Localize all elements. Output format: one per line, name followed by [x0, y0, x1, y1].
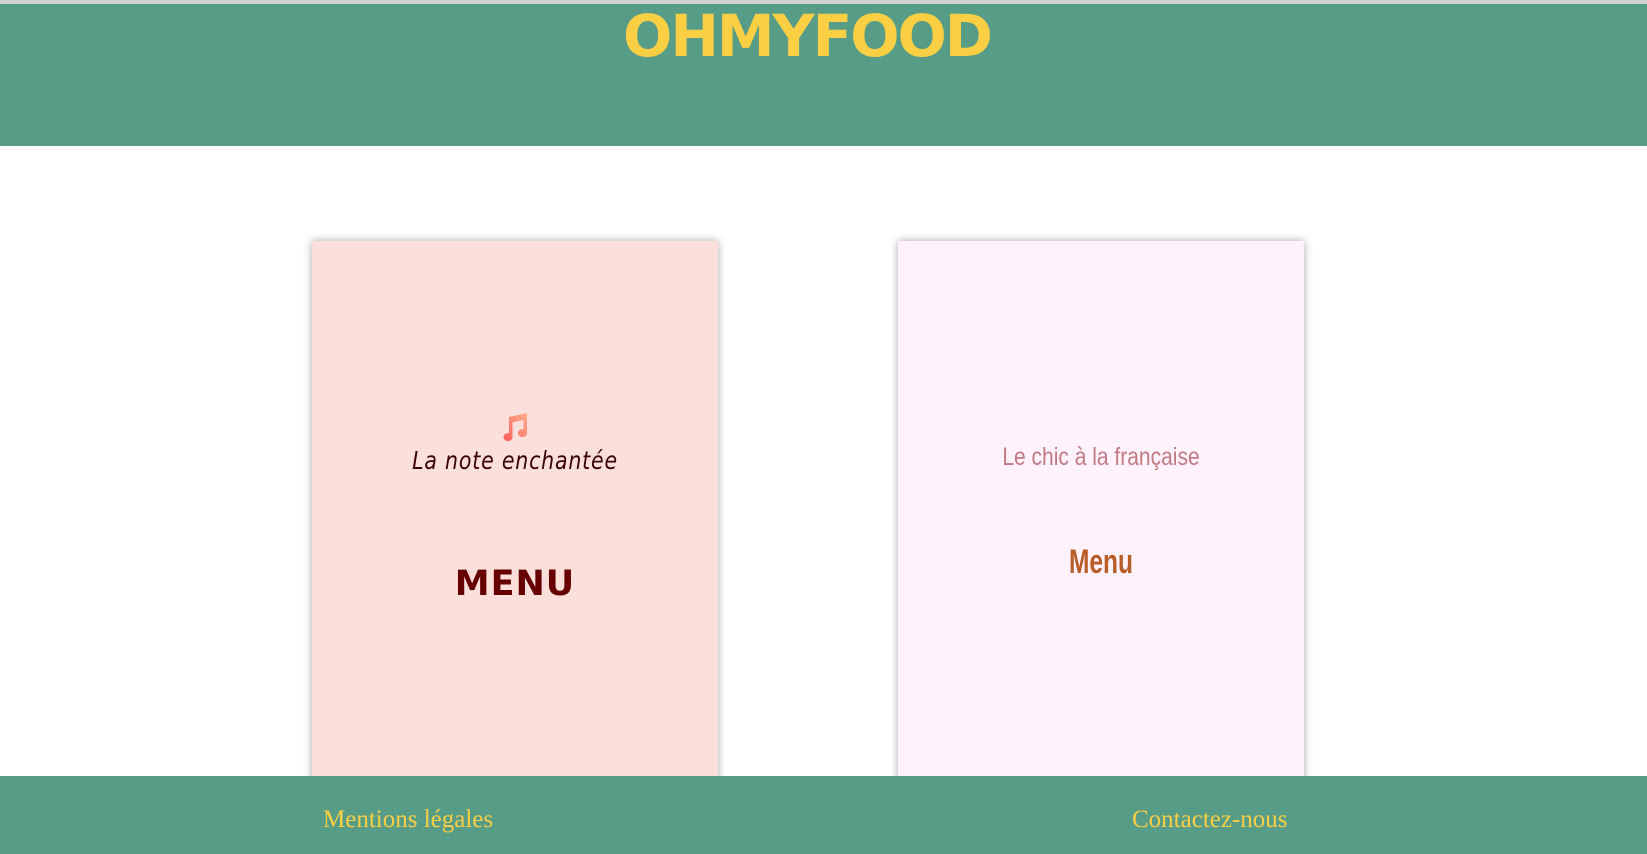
menu-button[interactable]: MENU: [312, 564, 718, 604]
site-footer: Mentions légales Contactez-nous: [0, 776, 1647, 854]
legal-notice-link[interactable]: Mentions légales: [323, 806, 493, 834]
contact-link[interactable]: Contactez-nous: [1132, 806, 1288, 834]
main-content: La note enchantée MENU Le chic à la fran…: [0, 146, 1647, 776]
restaurant-card-le-chic-a-la-francaise[interactable]: Le chic à la française Menu: [898, 241, 1304, 776]
restaurant-name: Le chic à la française: [1002, 443, 1200, 471]
site-logo[interactable]: OHMYFOOD: [0, 4, 1614, 68]
restaurant-card-la-note-enchantee[interactable]: La note enchantée MENU: [312, 241, 718, 776]
restaurant-name: La note enchantée: [412, 446, 618, 475]
site-header: OHMYFOOD: [0, 4, 1647, 146]
menu-button[interactable]: Menu: [955, 543, 1247, 582]
music-note-icon: [312, 411, 718, 448]
